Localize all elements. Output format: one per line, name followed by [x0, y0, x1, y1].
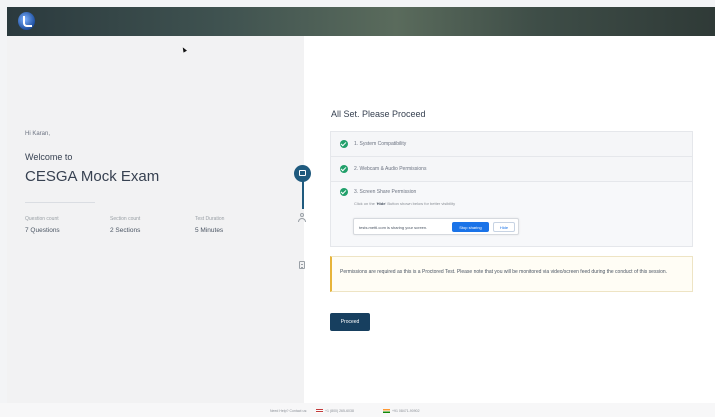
stop-sharing-button[interactable]: Stop sharing: [452, 222, 489, 232]
proceed-button[interactable]: Proceed: [330, 313, 370, 331]
notice-text: Permissions are required as this is a Pr…: [340, 269, 668, 275]
check-row-system: 1. System Compatibility: [331, 132, 692, 157]
page-heading: All Set. Please Proceed: [331, 109, 426, 119]
phone-us-link[interactable]: +1 (800) 265-6038: [325, 409, 354, 413]
india-flag-icon: [383, 409, 390, 413]
monitor-icon: [299, 170, 306, 176]
proctoring-notice: Permissions are required as this is a Pr…: [330, 256, 693, 292]
check-label: 1. System Compatibility: [354, 141, 407, 147]
check-icon: [340, 188, 348, 196]
footer: Need Help? Contact us: +1 (800) 265-6038…: [0, 403, 715, 417]
screen-share-bar: tests.mettl.com is sharing your screen. …: [353, 218, 519, 235]
document-icon: [299, 261, 305, 269]
step-progress-line: [302, 179, 304, 209]
stat-section-count: Section count 2 Sections: [110, 216, 140, 234]
stat-label: Test Duration: [195, 216, 225, 222]
exam-title: CESGA Mock Exam: [25, 168, 160, 185]
permission-checklist: 1. System Compatibility 2. Webcam & Audi…: [330, 131, 693, 247]
us-flag-icon: [316, 409, 323, 413]
step-permissions: [294, 165, 311, 182]
top-header: [7, 7, 715, 36]
check-label: 2. Webcam & Audio Permissions: [354, 166, 427, 172]
divider: [25, 202, 95, 203]
welcome-text: Welcome to: [25, 152, 73, 162]
share-bar-text: tests.mettl.com is sharing your screen.: [359, 225, 428, 230]
stat-question-count: Question count 7 Questions: [25, 216, 60, 234]
check-row-screen-share: 3. Screen Share Permission Click on the …: [331, 182, 692, 246]
stat-value: 7 Questions: [25, 227, 60, 234]
phone-in-link[interactable]: +91 08471-90902: [392, 409, 420, 413]
hide-button[interactable]: Hide: [493, 222, 515, 232]
logo-icon: [18, 12, 35, 30]
greeting: Hi Karan,: [25, 131, 51, 137]
user-icon: [298, 213, 306, 222]
check-row-webcam: 2. Webcam & Audio Permissions: [331, 157, 692, 182]
stat-label: Section count: [110, 216, 141, 222]
stat-test-duration: Test Duration 5 Minutes: [195, 216, 224, 234]
hide-hint: Click on the 'Hide' Button shown below f…: [354, 201, 456, 206]
stat-value: 5 Minutes: [195, 227, 224, 234]
help-text: Need Help? Contact us:: [270, 409, 308, 413]
check-icon: [340, 165, 348, 173]
stat-label: Question count: [25, 216, 59, 222]
stat-value: 2 Sections: [110, 227, 141, 234]
check-icon: [340, 140, 348, 148]
check-label: 3. Screen Share Permission: [354, 189, 417, 195]
